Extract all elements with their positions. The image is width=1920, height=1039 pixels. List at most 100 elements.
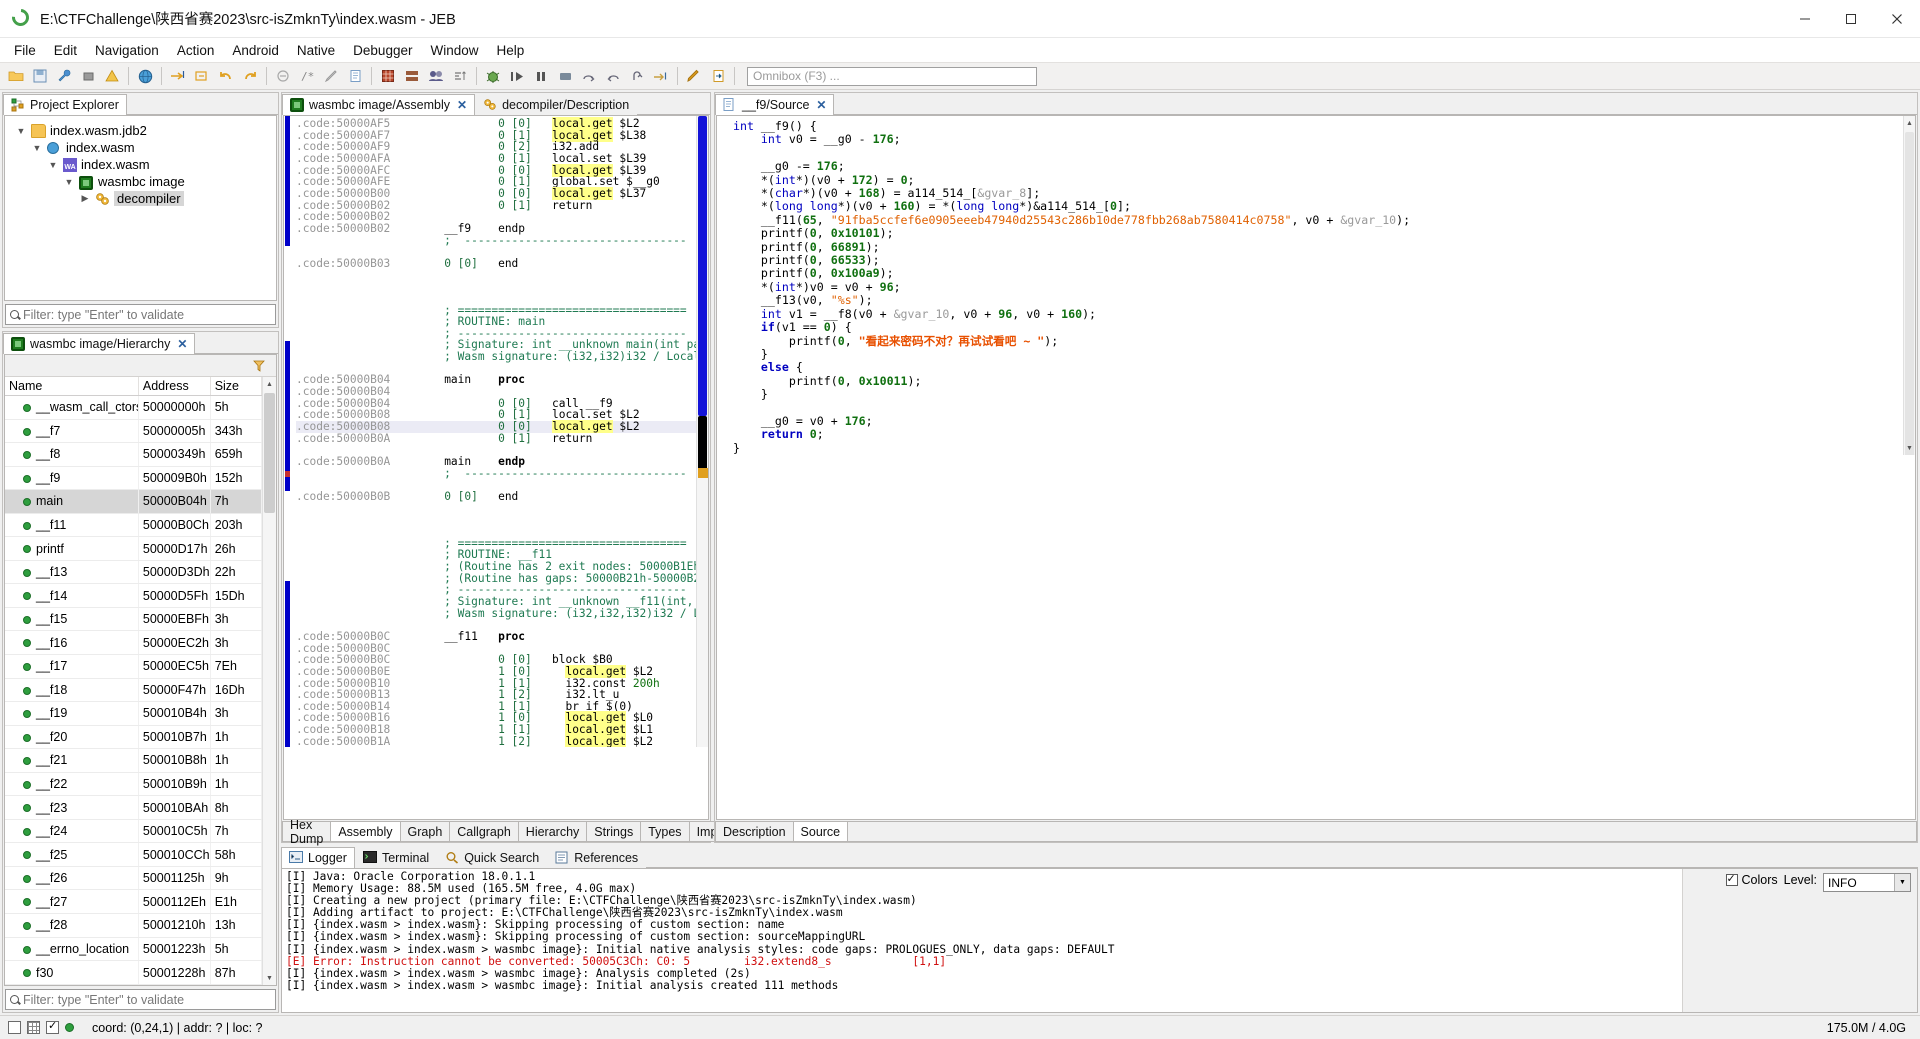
tab-assembly[interactable]: Assembly (331, 821, 401, 842)
step-to-icon[interactable] (649, 64, 673, 88)
menu-window[interactable]: Window (421, 41, 487, 60)
doc-icon[interactable] (343, 64, 367, 88)
users-icon[interactable] (424, 64, 448, 88)
struct-icon[interactable] (400, 64, 424, 88)
debug-icon[interactable] (481, 64, 505, 88)
table-row[interactable]: __f28 50001210h 13h (5, 913, 263, 938)
close-icon[interactable]: ✕ (177, 337, 187, 351)
maximize-button[interactable] (1828, 0, 1874, 38)
tab-callgraph[interactable]: Callgraph (450, 821, 519, 842)
close-icon[interactable]: ✕ (457, 98, 467, 112)
tab-hex-dump[interactable]: Hex Dump (282, 818, 332, 846)
close-button[interactable] (1874, 0, 1920, 38)
status-check-icon[interactable] (46, 1021, 59, 1034)
menu-navigation[interactable]: Navigation (86, 41, 168, 60)
tab-references[interactable]: References (547, 847, 647, 868)
open-folder-icon[interactable] (4, 64, 28, 88)
step-into-icon[interactable] (601, 64, 625, 88)
warning-icon[interactable] (100, 64, 124, 88)
tab-quick-search[interactable]: Quick Search (437, 847, 548, 868)
status-grid-icon[interactable] (27, 1021, 40, 1034)
tab-hierarchy[interactable]: Hierarchy (518, 821, 588, 842)
hierarchy-scrollbar[interactable]: ▲ ▼ (262, 377, 276, 985)
rename-icon[interactable] (271, 64, 295, 88)
assembly-code-pane[interactable]: .code:50000AF5 0 [0] local.get $L2 .code… (284, 116, 708, 748)
table-row[interactable]: __f22 500010B9h 1h (5, 772, 263, 797)
table-row[interactable]: f30 50001228h 87h (5, 960, 263, 985)
column-header-name[interactable]: Name (5, 377, 139, 396)
menu-action[interactable]: Action (168, 41, 224, 60)
chevron-down-icon[interactable]: ▼ (31, 143, 43, 153)
save-icon[interactable] (28, 64, 52, 88)
back-icon[interactable] (214, 64, 238, 88)
chevron-down-icon[interactable]: ▼ (47, 160, 59, 170)
tab-f9-source[interactable]: __f9/Source ✕ (715, 94, 835, 115)
step-over-icon[interactable] (577, 64, 601, 88)
menu-native[interactable]: Native (288, 41, 344, 60)
highlight-icon[interactable] (682, 64, 706, 88)
scroll-down-arrow[interactable]: ▼ (263, 971, 276, 985)
colors-checkbox-row[interactable]: Colors (1725, 872, 1778, 887)
hierarchy-filter[interactable]: Filter: type "Enter" to validate (5, 989, 276, 1010)
table-row[interactable]: __f13 50000D3Dh 22h (5, 560, 263, 585)
tab-graph[interactable]: Graph (400, 821, 451, 842)
table-row[interactable]: main 50000B04h 7h (5, 489, 263, 514)
tab-types[interactable]: Types (641, 821, 690, 842)
menu-file[interactable]: File (5, 41, 45, 60)
source-scrollbar[interactable]: ▲ ▼ (1903, 116, 1915, 456)
run-icon[interactable] (505, 64, 529, 88)
sort-icon[interactable] (448, 64, 472, 88)
tab-strings[interactable]: Strings (587, 821, 642, 842)
scroll-up-arrow[interactable]: ▲ (1904, 116, 1915, 130)
table-row[interactable]: __f17 50000EC5h 7Eh (5, 654, 263, 679)
scroll-thumb[interactable] (1905, 132, 1914, 456)
tab-logger[interactable]: Logger (281, 847, 355, 868)
project-explorer-filter[interactable]: Filter: type "Enter" to validate (5, 304, 276, 325)
minimize-button[interactable] (1782, 0, 1828, 38)
tree-item-index-wasm-artifact[interactable]: ▼ index.wasm (9, 139, 272, 156)
table-row[interactable]: __f19 500010B4h 3h (5, 701, 263, 726)
source-code-pane[interactable]: int __f9() { int v0 = __g0 - 176; __g0 -… (717, 116, 1915, 456)
table-row[interactable]: __f25 500010CCh 58h (5, 842, 263, 867)
column-header-address[interactable]: Address (138, 377, 211, 396)
chevron-down-icon[interactable]: ▼ (15, 126, 27, 136)
wrench-icon[interactable] (52, 64, 76, 88)
chevron-right-icon[interactable]: ▶ (79, 193, 91, 204)
table-row[interactable]: __f21 500010B8h 1h (5, 748, 263, 773)
comment-icon[interactable]: /* (295, 64, 319, 88)
tree-item-wasmbc-image[interactable]: ▼ wasmbc image (9, 173, 272, 190)
step-out-icon[interactable] (625, 64, 649, 88)
tab-terminal[interactable]: Terminal (354, 847, 438, 868)
tab-source[interactable]: Source (793, 821, 849, 842)
chevron-down-icon[interactable]: ▼ (63, 177, 75, 187)
log-level-select[interactable]: INFO ▼ (1823, 873, 1911, 892)
scroll-up-arrow[interactable]: ▲ (263, 377, 276, 391)
table-row[interactable]: __f27 5000112Eh E1h (5, 889, 263, 915)
menu-android[interactable]: Android (223, 41, 288, 60)
tab-description[interactable]: Description (715, 821, 794, 842)
edit-icon[interactable] (319, 64, 343, 88)
table-row[interactable]: __errno_location 50001223h 5h (5, 937, 263, 962)
colors-checkbox[interactable] (1725, 872, 1738, 886)
table-row[interactable]: __f9 500009B0h 152h (5, 466, 263, 491)
omnibox-input[interactable]: Omnibox (F3) ... (747, 66, 1037, 86)
tree-item-decompiler[interactable]: ▶ decompiler (9, 190, 272, 207)
status-square-icon[interactable] (8, 1021, 21, 1034)
table-row[interactable]: __f18 50000F47h 16Dh (5, 678, 263, 703)
table-row[interactable]: __f15 50000EBFh 3h (5, 607, 263, 632)
tab-wasmbc-hierarchy[interactable]: wasmbc image/Hierarchy ✕ (3, 333, 196, 354)
table-row[interactable]: __f24 500010C5h 7h (5, 819, 263, 844)
tab-wasmbc-assembly[interactable]: wasmbc image/Assembly ✕ (282, 94, 476, 115)
scroll-thumb[interactable] (264, 393, 275, 513)
column-header-size[interactable]: Size (210, 377, 263, 396)
table-row[interactable]: __f23 500010BAh 8h (5, 795, 263, 820)
tree-item-index-wasm-jdb2[interactable]: ▼ index.wasm.jdb2 (9, 122, 272, 139)
table-row[interactable]: __f20 500010B7h 1h (5, 725, 263, 750)
menu-help[interactable]: Help (487, 41, 533, 60)
goto-ref-icon[interactable] (190, 64, 214, 88)
forward-icon[interactable] (238, 64, 262, 88)
assembly-scrollbar[interactable] (696, 116, 708, 748)
chevron-down-icon[interactable]: ▼ (1894, 874, 1910, 891)
pause-icon[interactable] (529, 64, 553, 88)
hierarchy-filter-icon[interactable] (247, 355, 271, 378)
